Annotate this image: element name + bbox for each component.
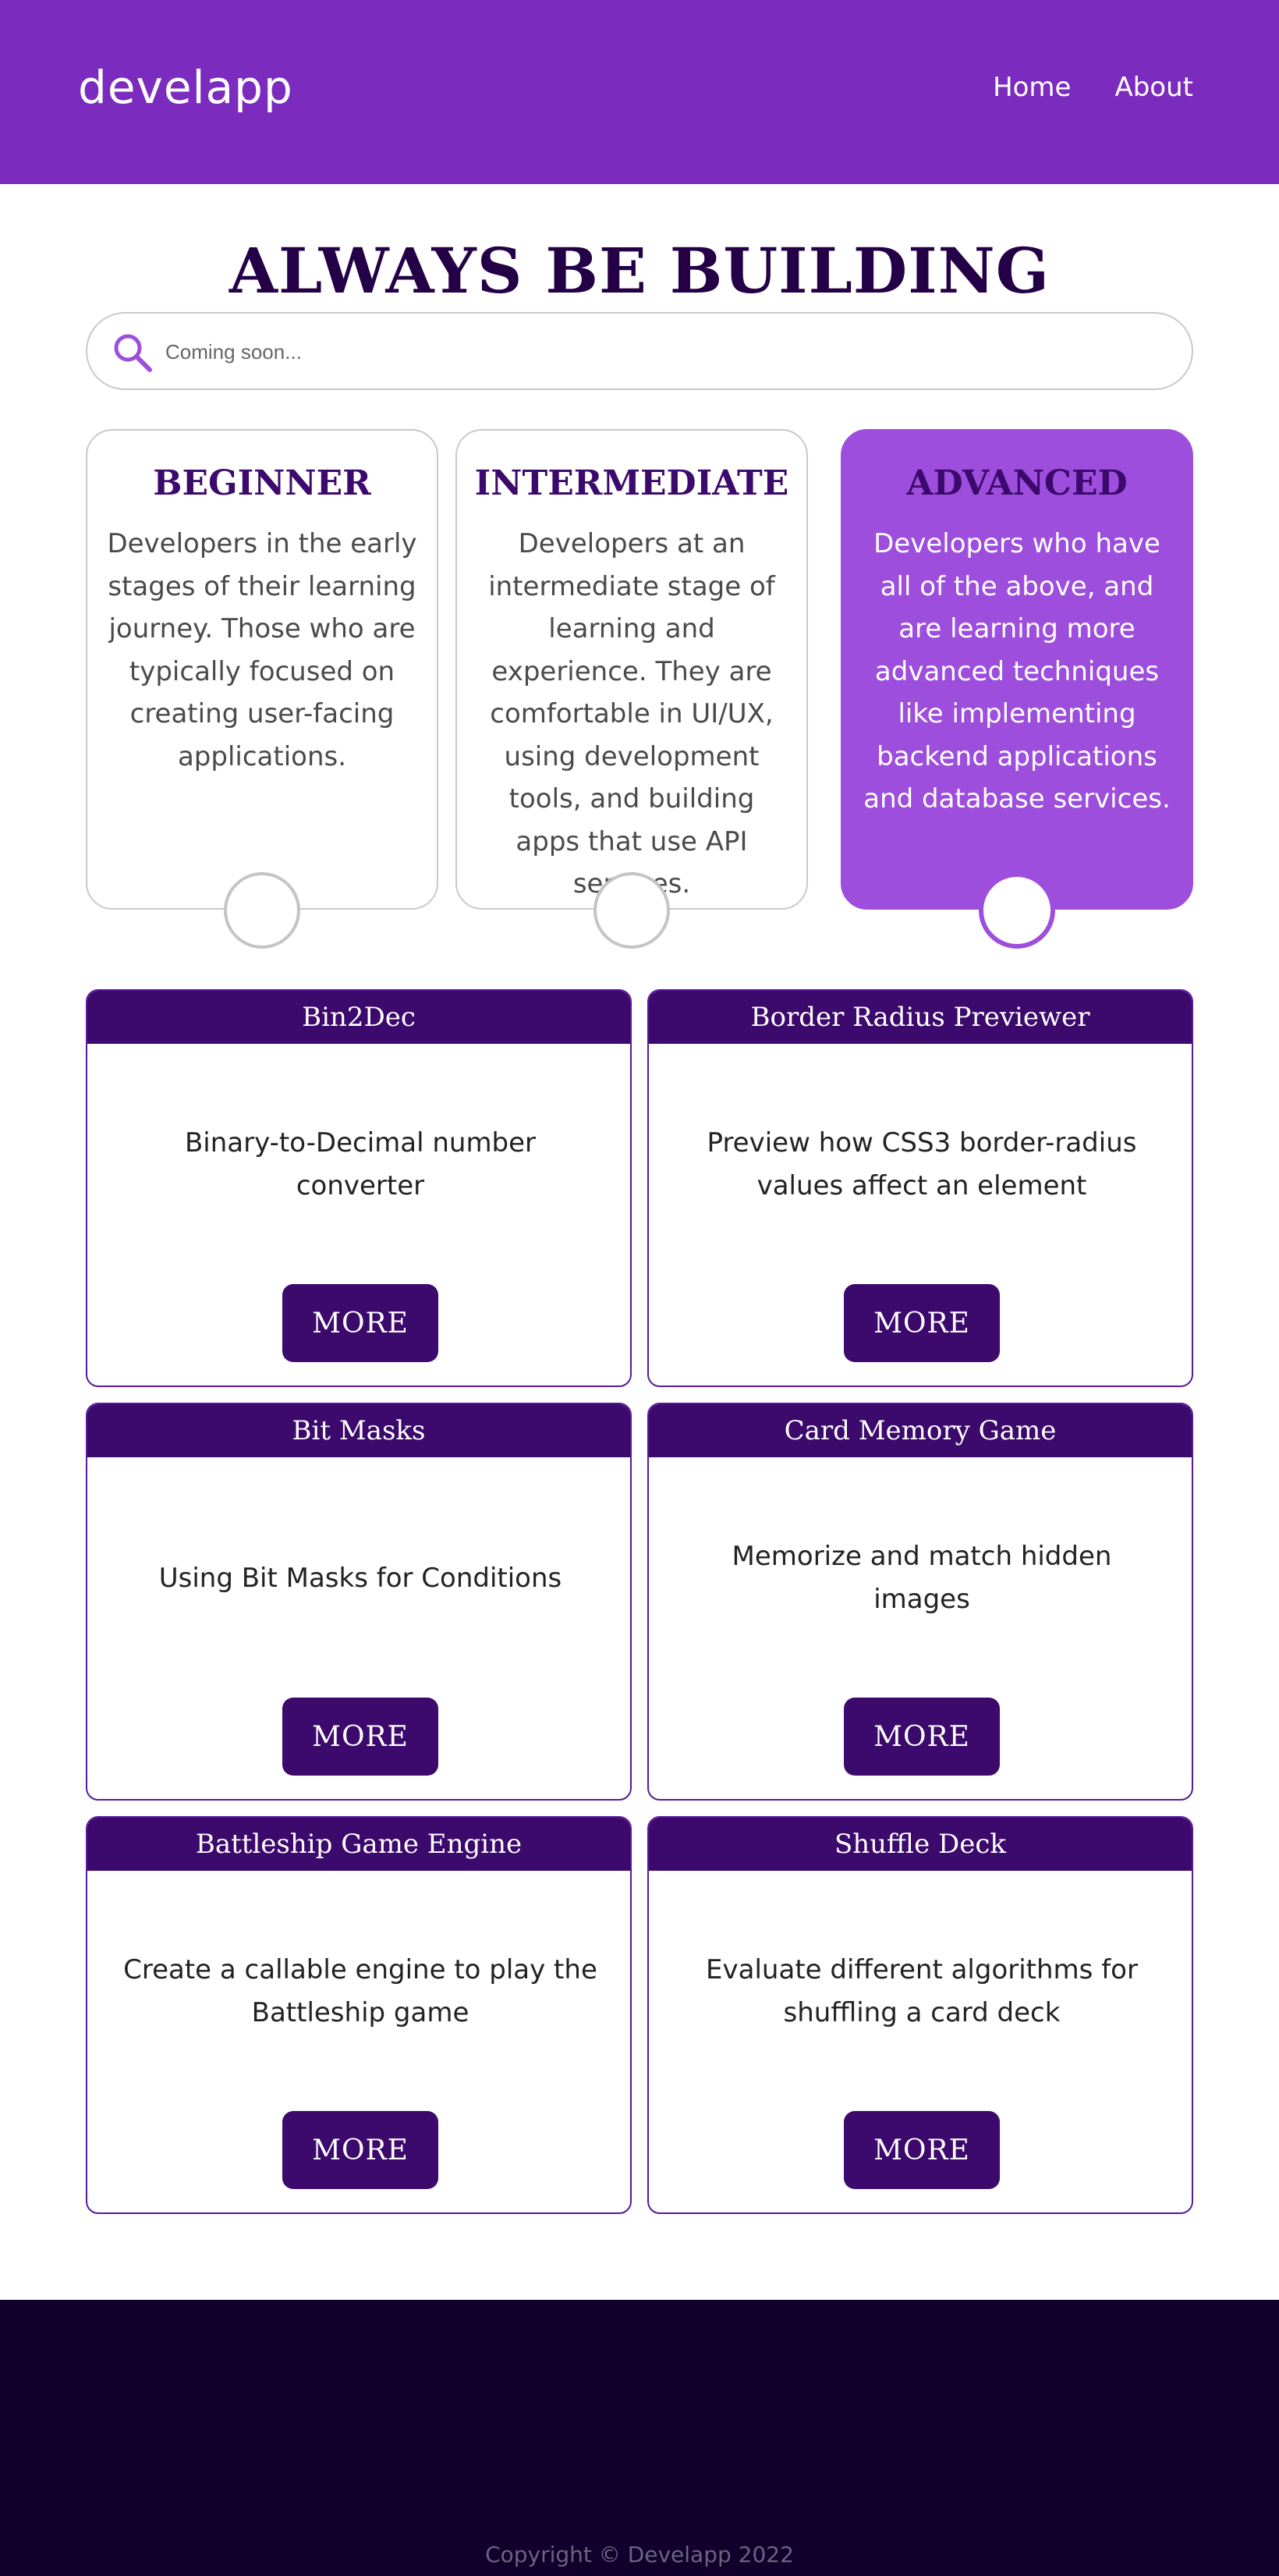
level-title: BEGINNER — [153, 463, 371, 503]
project-card-header: Battleship Game Engine — [87, 1818, 630, 1871]
level-card-beginner[interactable]: BEGINNER Developers in the early stages … — [86, 429, 438, 949]
more-button[interactable]: MORE — [282, 2111, 438, 2189]
project-card-card-memory-game: Card Memory Game Memorize and match hidd… — [647, 1403, 1193, 1801]
project-description: Evaluate different algorithms for shuffl… — [706, 1954, 1138, 2028]
project-title: Shuffle Deck — [834, 1829, 1007, 1860]
project-description: Preview how CSS3 border-radius values af… — [707, 1127, 1137, 1201]
level-card-intermediate[interactable]: INTERMEDIATE Developers at an intermedia… — [455, 429, 808, 949]
more-button[interactable]: MORE — [282, 1698, 438, 1776]
project-card-battleship-game-engine: Battleship Game Engine Create a callable… — [86, 1816, 632, 2214]
level-title: ADVANCED — [906, 463, 1128, 503]
level-description: Developers who have all of the above, an… — [863, 528, 1171, 814]
copyright-text: Copyright © Develapp 2022 — [485, 2542, 794, 2567]
level-radio-advanced[interactable] — [979, 872, 1055, 949]
project-card-header: Shuffle Deck — [649, 1818, 1192, 1871]
site-logo[interactable]: develapp — [78, 61, 293, 114]
search-input[interactable] — [165, 334, 1164, 370]
project-card-border-radius-previewer: Border Radius Previewer Preview how CSS3… — [647, 989, 1193, 1387]
search-icon — [114, 334, 152, 372]
level-title: INTERMEDIATE — [474, 463, 789, 503]
more-button[interactable]: MORE — [844, 1284, 1000, 1362]
level-card-advanced[interactable]: ADVANCED Developers who have all of the … — [841, 429, 1193, 949]
page-title: ALWAYS BE BUILDING — [229, 234, 1050, 307]
site-header: develapp Home About — [0, 0, 1279, 184]
more-button[interactable]: MORE — [844, 2111, 1000, 2189]
project-card-header: Bit Masks — [87, 1404, 630, 1457]
project-description: Create a callable engine to play the Bat… — [123, 1954, 597, 2028]
nav-link-about[interactable]: About — [1114, 72, 1193, 103]
project-card-bin2dec: Bin2Dec Binary-to-Decimal number convert… — [86, 989, 632, 1387]
project-card-shuffle-deck: Shuffle Deck Evaluate different algorith… — [647, 1816, 1193, 2214]
project-title: Bit Masks — [292, 1415, 426, 1446]
nav-link-home[interactable]: Home — [993, 72, 1071, 103]
project-description: Binary-to-Decimal number converter — [184, 1127, 537, 1201]
project-description: Using Bit Masks for Conditions — [158, 1563, 562, 1594]
search-bar — [86, 312, 1193, 390]
level-radio-intermediate[interactable] — [593, 872, 670, 949]
project-title: Bin2Dec — [302, 1002, 416, 1033]
project-title: Battleship Game Engine — [195, 1829, 523, 1860]
project-description: Memorize and match hidden images — [732, 1541, 1112, 1615]
main-nav: Home About — [993, 72, 1193, 103]
site-footer — [0, 2300, 1279, 2576]
project-card-bit-masks: Bit Masks Using Bit Masks for Conditions… — [86, 1403, 632, 1801]
project-card-header: Card Memory Game — [649, 1404, 1192, 1457]
project-card-header: Bin2Dec — [87, 991, 630, 1044]
project-title: Border Radius Previewer — [750, 1002, 1090, 1033]
level-description: Developers in the early stages of their … — [107, 528, 417, 772]
level-description: Developers at an intermediate stage of l… — [488, 528, 775, 899]
level-radio-beginner[interactable] — [224, 872, 300, 949]
project-title: Card Memory Game — [784, 1415, 1057, 1446]
project-card-header: Border Radius Previewer — [649, 991, 1192, 1044]
more-button[interactable]: MORE — [844, 1698, 1000, 1776]
more-button[interactable]: MORE — [282, 1284, 438, 1362]
